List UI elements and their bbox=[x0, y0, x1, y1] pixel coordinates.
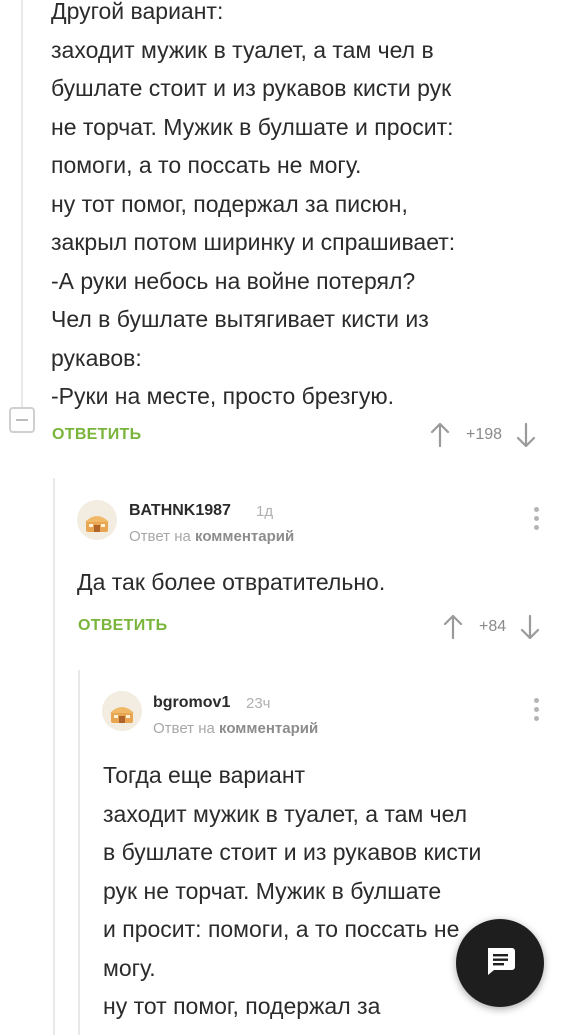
reply-button[interactable]: ОТВЕТИТЬ bbox=[52, 426, 141, 444]
kebab-menu-icon[interactable] bbox=[534, 698, 540, 722]
arrow-down-icon[interactable] bbox=[520, 614, 540, 640]
reply-button[interactable]: ОТВЕТИТЬ bbox=[78, 617, 167, 635]
rating-score: +84 bbox=[479, 618, 507, 635]
arrow-up-icon[interactable] bbox=[443, 614, 463, 640]
reply-to-prefix: Ответ на bbox=[129, 528, 191, 545]
avatar[interactable] bbox=[102, 691, 142, 731]
rating-score: +198 bbox=[466, 426, 503, 443]
comment-body: Да так более отвратительно. bbox=[77, 569, 386, 595]
reply-to-prefix: Ответ на bbox=[153, 720, 215, 737]
arrow-up-icon[interactable] bbox=[430, 422, 450, 448]
thread-line bbox=[53, 478, 55, 1035]
vote-controls: +198 bbox=[430, 422, 536, 448]
username[interactable]: bgromov1 bbox=[153, 694, 230, 712]
thread-line bbox=[21, 0, 23, 407]
reply-to-link[interactable]: комментарий bbox=[195, 528, 294, 545]
comment-time: 23ч bbox=[246, 695, 271, 712]
comments-fab-button[interactable] bbox=[456, 919, 544, 1007]
reply-to-line: Ответ на комментарий bbox=[153, 720, 318, 737]
vote-controls: +84 bbox=[443, 614, 540, 640]
thread-line bbox=[78, 670, 80, 1035]
comment-body: Другой вариант: заходит мужик в туалет, … bbox=[51, 0, 456, 409]
comment-time: 1д bbox=[256, 503, 274, 520]
comments-icon bbox=[483, 945, 517, 982]
collapse-thread-button[interactable] bbox=[9, 407, 35, 433]
reply-to-link[interactable]: комментарий bbox=[219, 720, 318, 737]
comments-page: Другой вариант: заходит мужик в туалет, … bbox=[0, 0, 570, 1035]
kebab-menu-icon[interactable] bbox=[534, 507, 540, 531]
avatar[interactable] bbox=[77, 500, 117, 540]
username[interactable]: BATHNK1987 bbox=[129, 502, 231, 520]
reply-to-line: Ответ на комментарий bbox=[129, 528, 294, 545]
arrow-down-icon[interactable] bbox=[516, 422, 536, 448]
